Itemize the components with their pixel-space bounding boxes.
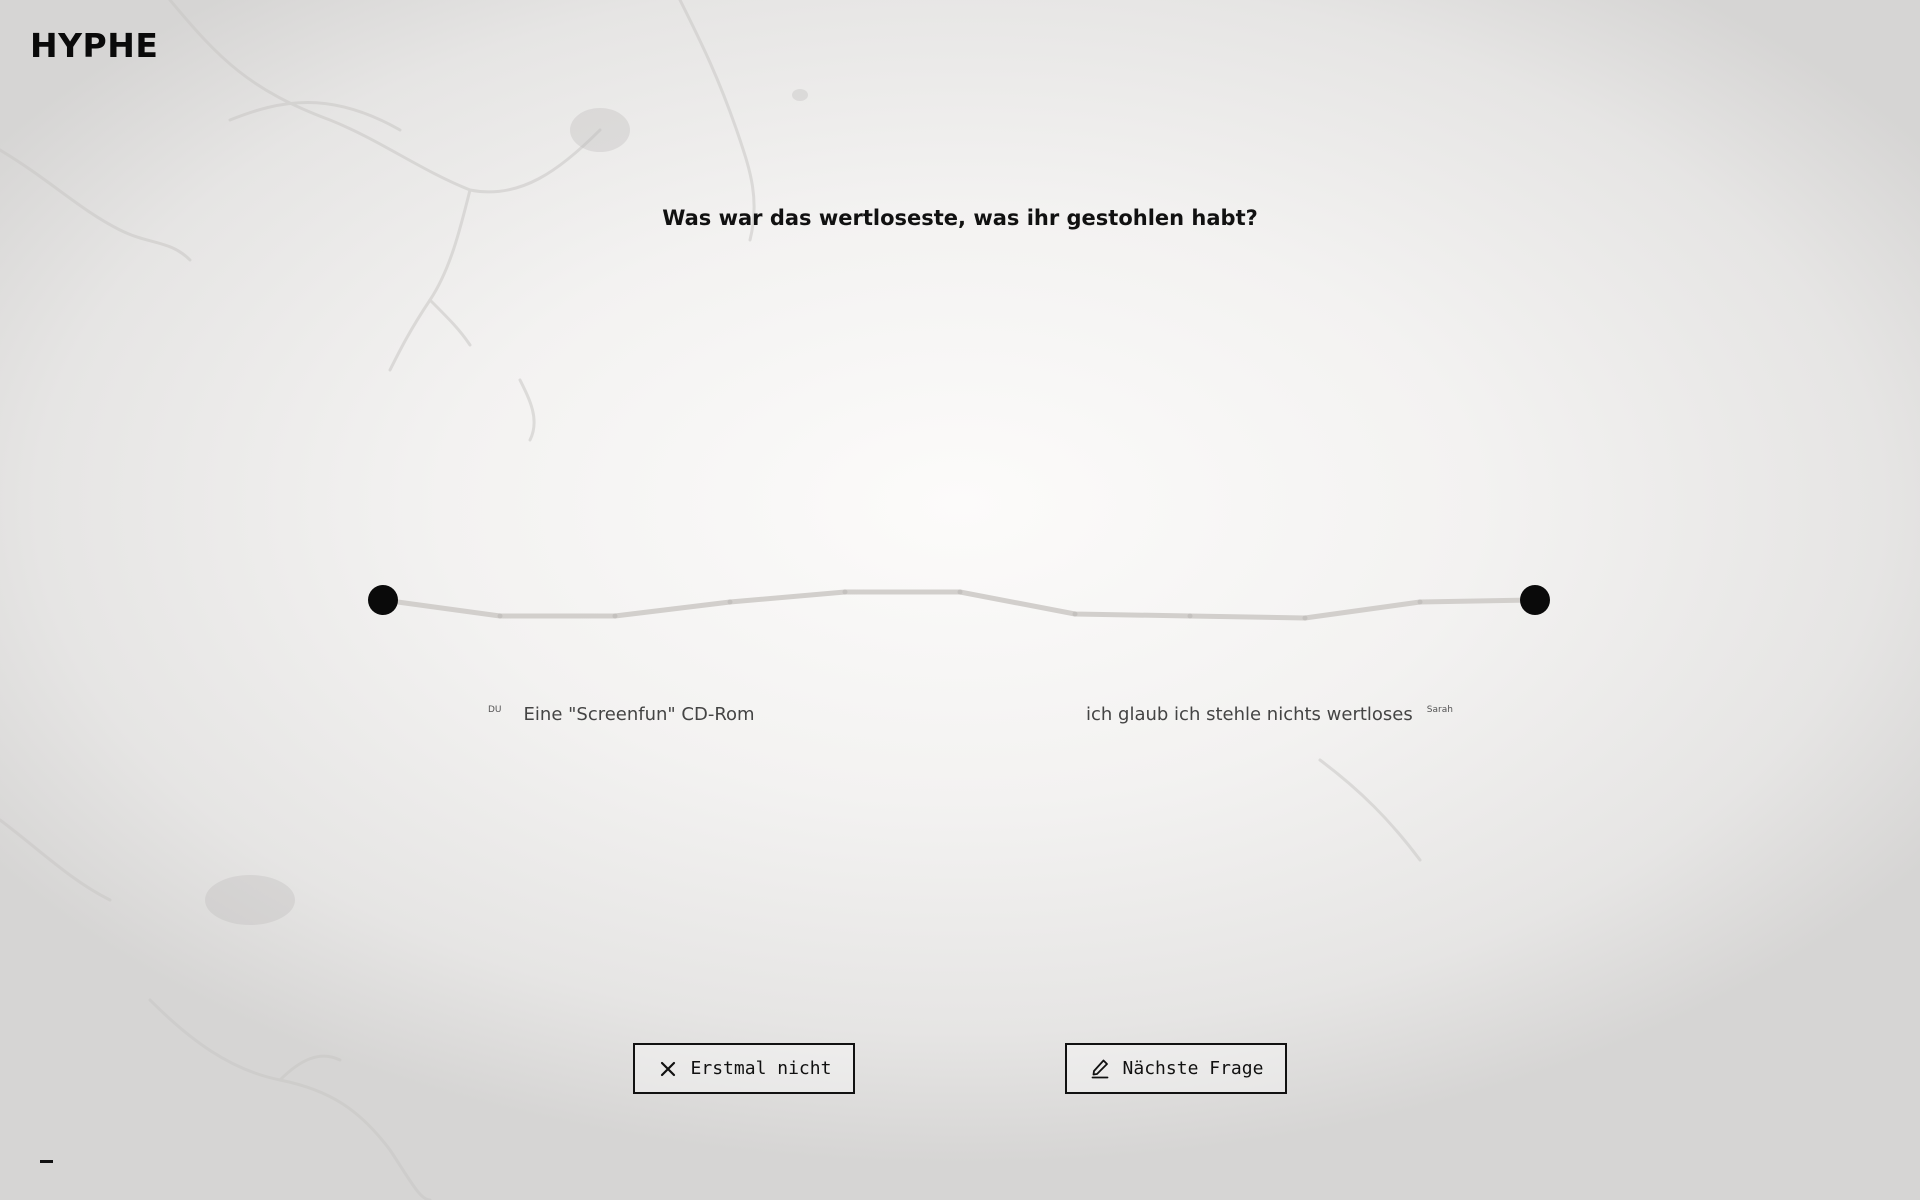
- pencil-icon: [1089, 1058, 1111, 1080]
- answer-text: Eine "Screenfun" CD-Rom: [523, 704, 755, 725]
- thread-endpoint-left: [368, 585, 398, 615]
- close-icon: [657, 1058, 679, 1080]
- answer-author: DU: [488, 705, 502, 715]
- thread-endpoint-right: [1520, 585, 1550, 615]
- answer-text: ich glaub ich stehle nichts wertloses: [1086, 704, 1413, 725]
- skip-button[interactable]: Erstmal nicht: [633, 1043, 855, 1094]
- thread-line: [380, 589, 1538, 621]
- skip-button-label: Erstmal nicht: [690, 1058, 832, 1079]
- answer-author: Sarah: [1426, 705, 1453, 715]
- next-question-button-label: Nächste Frage: [1122, 1058, 1264, 1079]
- next-question-button[interactable]: Nächste Frage: [1065, 1043, 1287, 1094]
- menu-dash-icon[interactable]: [40, 1160, 53, 1163]
- answer-right: ich glaub ich stehle nichts wertloses Sar…: [1086, 704, 1453, 725]
- conversation-thread: [368, 585, 1550, 621]
- answer-left: DU Eine "Screenfun" CD-Rom: [488, 704, 755, 725]
